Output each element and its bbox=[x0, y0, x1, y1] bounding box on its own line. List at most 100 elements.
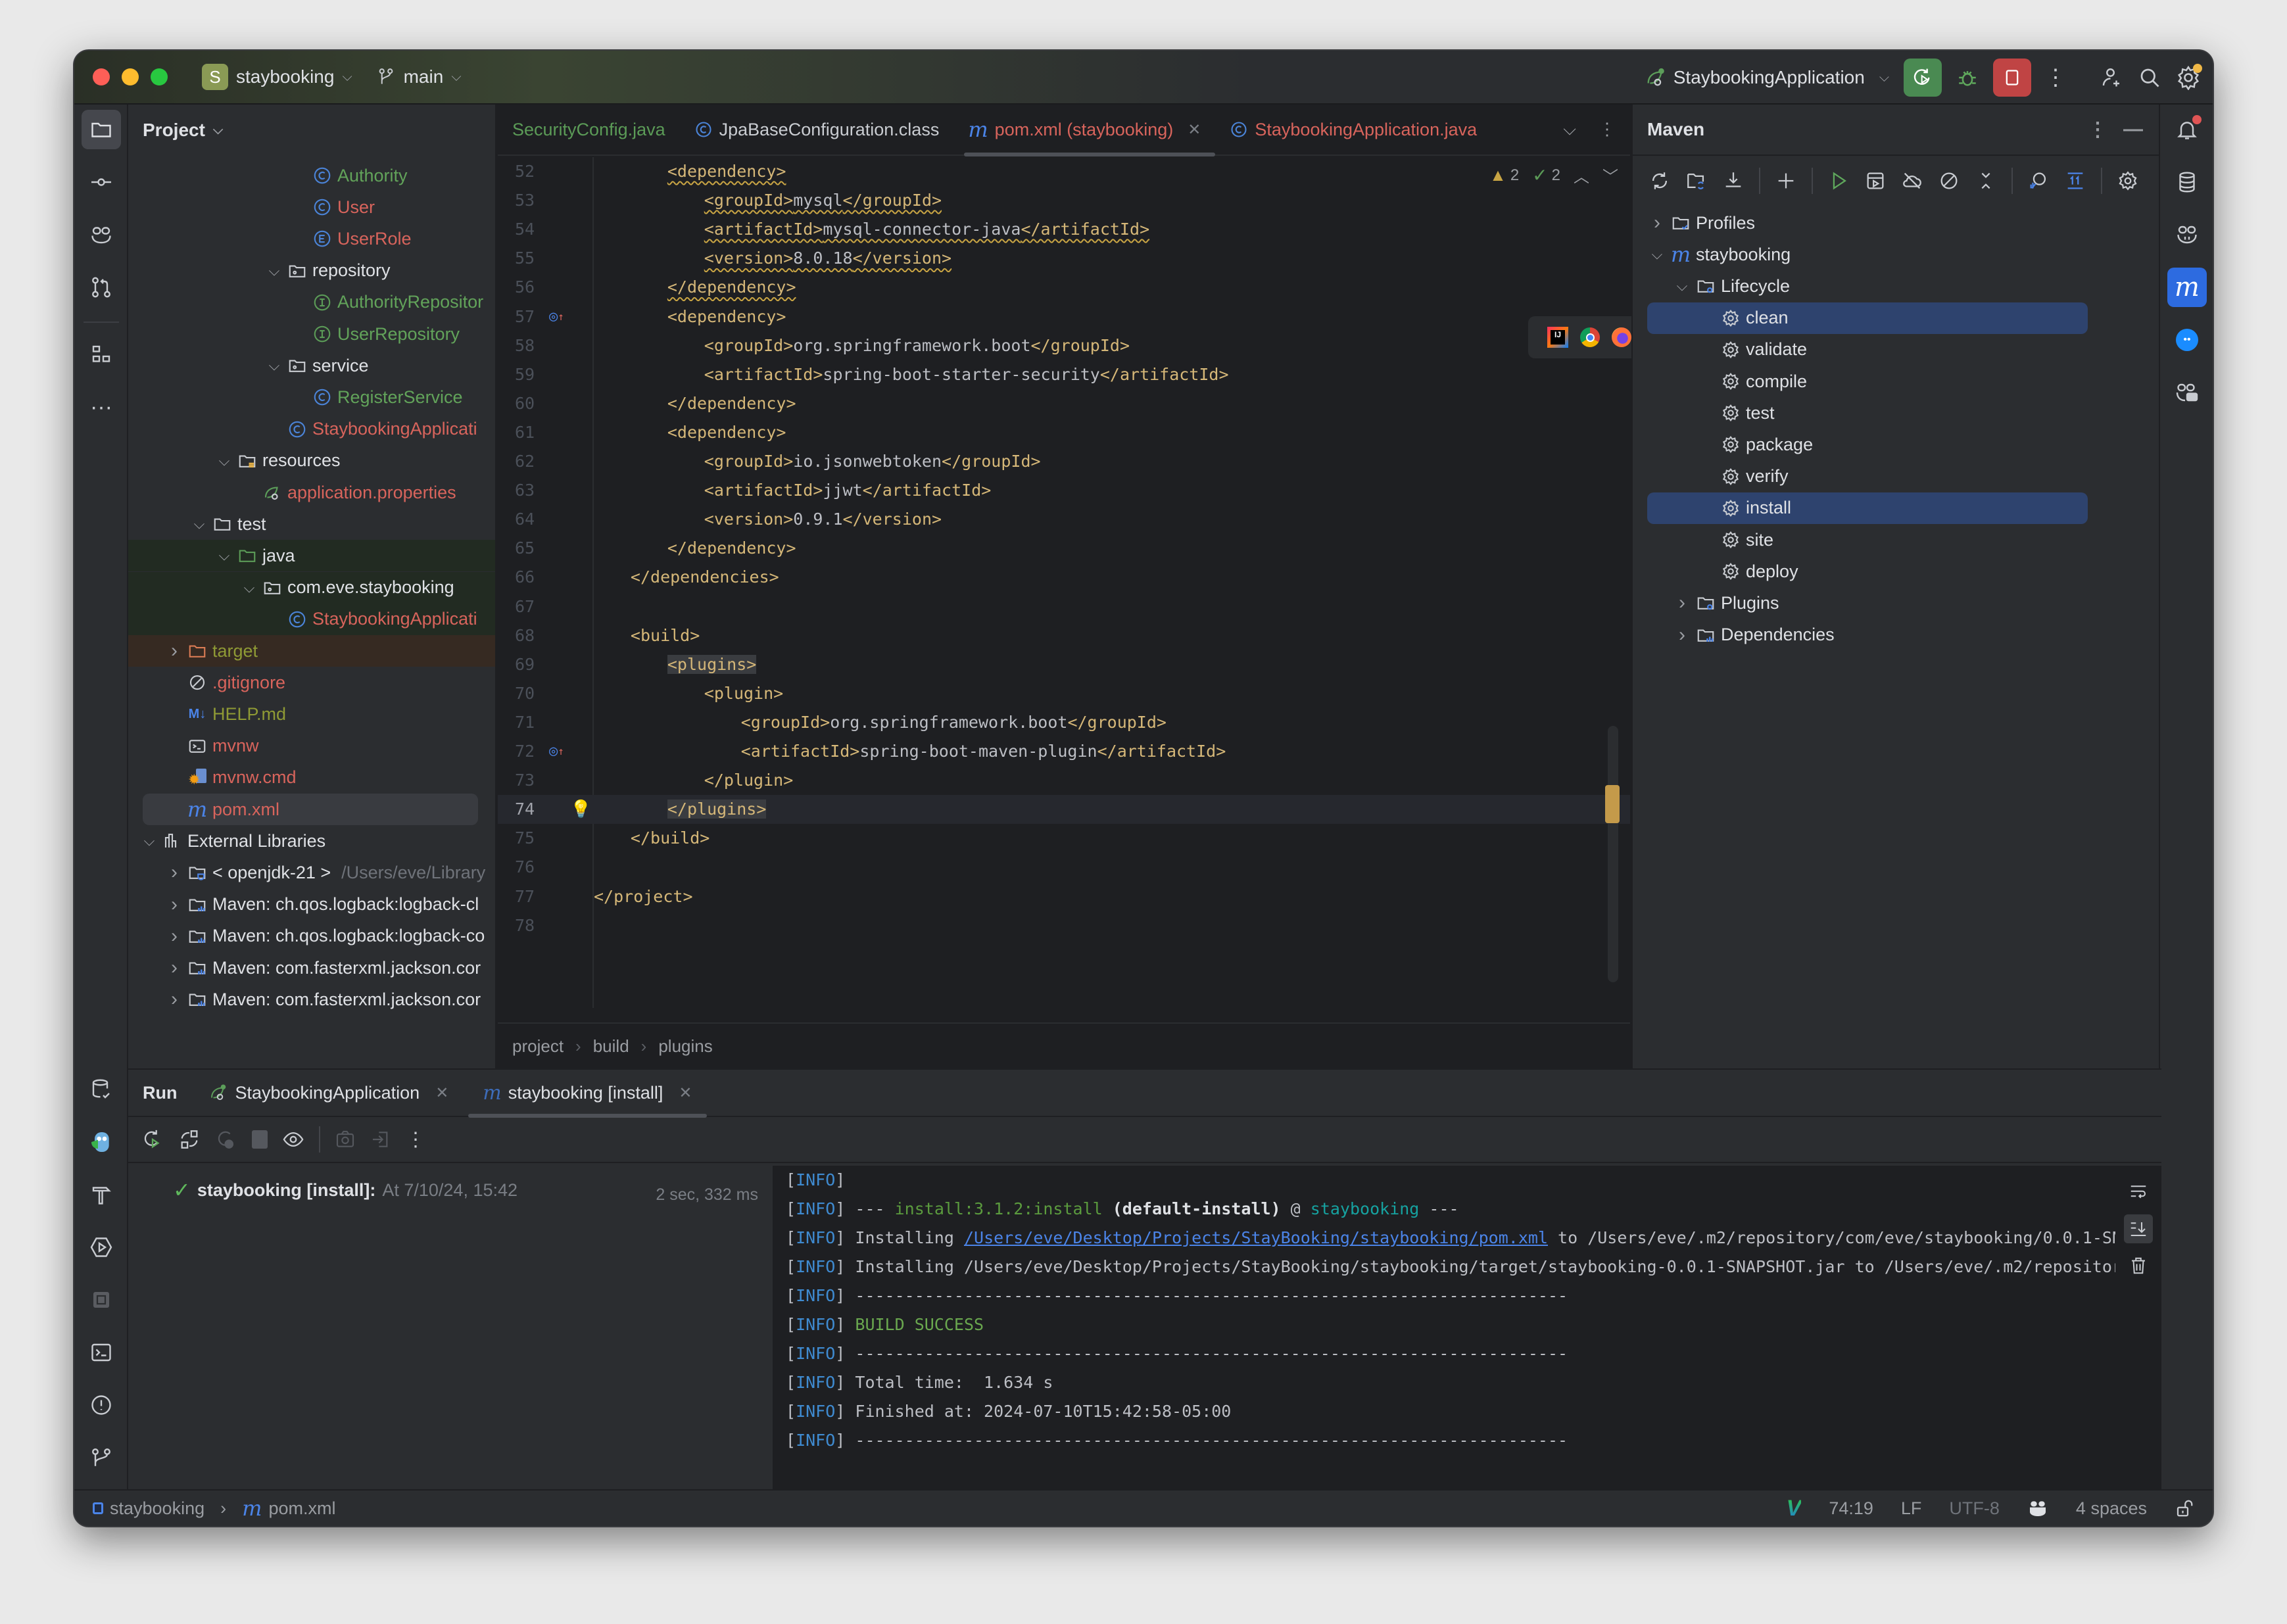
chevron-right-icon[interactable]: › bbox=[166, 957, 182, 979]
zoom-window-button[interactable] bbox=[151, 68, 168, 85]
lightbulb-icon[interactable]: 💡 bbox=[570, 795, 591, 824]
maven-button[interactable]: m bbox=[2167, 268, 2207, 307]
soft-wrap-icon[interactable] bbox=[2125, 1179, 2152, 1205]
firefox-icon[interactable] bbox=[1612, 327, 1631, 347]
stop-button[interactable] bbox=[1993, 59, 2031, 97]
tree-item[interactable]: StaybookingApplicati bbox=[128, 414, 495, 445]
warnings-count[interactable]: ▲ 2 bbox=[1489, 165, 1519, 185]
code-line[interactable]: 70 <plugin> bbox=[498, 679, 1630, 708]
tree-item[interactable]: › Maven: ch.qos.logback:logback-co bbox=[128, 920, 495, 952]
code-line[interactable]: 65 </dependency> bbox=[498, 534, 1630, 563]
code-line[interactable]: 55 <version>8.0.18</version> bbox=[498, 244, 1630, 273]
implementation-marker-icon[interactable]: ◎↑ bbox=[549, 302, 564, 331]
pull-requests-tool-button[interactable] bbox=[82, 268, 121, 307]
maven-tree-item[interactable]: › Dependencies bbox=[1633, 619, 2161, 651]
tree-item[interactable]: application.properties bbox=[128, 477, 495, 508]
chevron-right-icon[interactable]: › bbox=[166, 640, 182, 662]
line-separator[interactable]: LF bbox=[1901, 1498, 1922, 1519]
tree-item[interactable]: ⌵ service bbox=[128, 350, 495, 381]
tab-pom-xml[interactable]: m pom.xml (staybooking) ✕ bbox=[953, 104, 1216, 156]
gopher-plugin-button[interactable] bbox=[82, 1122, 121, 1162]
run-tab-staybooking-application[interactable]: StaybookingApplication ✕ bbox=[191, 1069, 466, 1116]
editor-scroll-marker[interactable] bbox=[1605, 785, 1620, 823]
run-tab-staybooking-install[interactable]: m staybooking [install] ✕ bbox=[466, 1069, 709, 1118]
settings-icon[interactable] bbox=[2117, 170, 2139, 192]
maven-tree-item[interactable]: deploy bbox=[1633, 556, 2161, 587]
code-line[interactable]: 66 </dependencies> bbox=[498, 563, 1630, 592]
tree-item[interactable]: M↓ HELP.md bbox=[128, 698, 495, 730]
hide-panel-icon[interactable]: — bbox=[2123, 118, 2143, 141]
project-tool-button[interactable] bbox=[82, 110, 121, 149]
terminal-tool-button[interactable] bbox=[82, 1333, 121, 1372]
breadcrumb-item[interactable]: build bbox=[593, 1036, 629, 1057]
minimize-window-button[interactable] bbox=[122, 68, 139, 85]
chevron-down-icon[interactable]: ⌵ bbox=[266, 357, 282, 374]
tree-item[interactable]: AuthorityRepositor bbox=[128, 287, 495, 318]
maven-tree-item[interactable]: compile bbox=[1633, 366, 2161, 397]
reload-icon[interactable] bbox=[1649, 170, 1671, 192]
tree-item[interactable]: .gitignore bbox=[128, 667, 495, 698]
rerun-icon[interactable] bbox=[141, 1128, 164, 1151]
chat-button[interactable]: •• bbox=[2167, 320, 2207, 360]
copilot-tool-button[interactable] bbox=[82, 215, 121, 254]
debug-icon[interactable] bbox=[1956, 66, 1979, 89]
build-tool-button[interactable] bbox=[82, 1175, 121, 1214]
scroll-to-end-icon[interactable] bbox=[2124, 1214, 2153, 1243]
clear-console-icon[interactable] bbox=[2125, 1253, 2152, 1279]
chevron-down-icon[interactable]: ⌵ bbox=[241, 579, 257, 596]
maven-tree-item[interactable]: site bbox=[1633, 524, 2161, 556]
download-icon[interactable] bbox=[1722, 170, 1745, 192]
tree-item[interactable]: UserRole bbox=[128, 223, 495, 254]
database-changes-button[interactable] bbox=[82, 1070, 121, 1109]
tab-more-icon[interactable]: ⋮ bbox=[1599, 119, 1616, 140]
chevron-down-icon[interactable]: ⌵ bbox=[266, 262, 282, 279]
file-link[interactable]: /Users/eve/Desktop/Projects/StayBooking/… bbox=[964, 1228, 1548, 1247]
chevron-down-icon[interactable]: ⌵ bbox=[216, 452, 232, 469]
maven-tree-item[interactable]: verify bbox=[1633, 461, 2161, 492]
code-line[interactable]: 63 <artifactId>jjwt</artifactId> bbox=[498, 476, 1630, 505]
maven-tree-item[interactable]: clean bbox=[1647, 302, 2088, 334]
tree-item[interactable]: ✹ mvnw.cmd bbox=[128, 762, 495, 794]
code-line[interactable]: 78 bbox=[498, 911, 1630, 940]
show-options-icon[interactable] bbox=[282, 1128, 304, 1151]
maven-tree-item[interactable]: ⌵ m staybooking bbox=[1633, 239, 2161, 270]
skip-tests-icon[interactable] bbox=[1938, 170, 1960, 192]
tree-item[interactable]: UserRepository bbox=[128, 318, 495, 350]
git-tool-button[interactable] bbox=[82, 1438, 121, 1477]
execute-goal-icon[interactable] bbox=[1864, 170, 1887, 192]
copilot-status-icon[interactable] bbox=[2027, 1498, 2048, 1519]
breadcrumb-item[interactable]: project bbox=[512, 1036, 564, 1057]
chevron-right-icon[interactable]: › bbox=[166, 861, 182, 884]
project-switcher[interactable]: S staybooking ⌵ bbox=[168, 64, 352, 90]
implementation-marker-icon[interactable]: ◎↑ bbox=[549, 737, 564, 766]
tab-staybooking-application[interactable]: StaybookingApplication.java bbox=[1215, 104, 1491, 155]
close-tab-icon[interactable]: ✕ bbox=[435, 1084, 448, 1103]
weak-warnings-count[interactable]: ✓ 2 bbox=[1532, 164, 1560, 186]
code-line[interactable]: 57 ◎↑ <dependency> bbox=[498, 302, 1630, 331]
code-area[interactable]: 52 <dependency> 53 <groupId>mysql</groupId>… bbox=[498, 157, 1630, 1008]
chrome-icon[interactable] bbox=[1580, 327, 1600, 347]
tree-item[interactable]: › Maven: com.fasterxml.jackson.cor bbox=[128, 984, 495, 1015]
close-tab-icon[interactable]: ✕ bbox=[1188, 120, 1201, 139]
previous-highlight-icon[interactable]: ︿ bbox=[1574, 164, 1589, 187]
chevron-down-icon[interactable]: ⌵ bbox=[216, 547, 232, 564]
structure-tool-button[interactable] bbox=[82, 335, 121, 374]
services-tool-button[interactable] bbox=[82, 1228, 121, 1267]
chevron-down-icon[interactable]: ⌵ bbox=[1673, 277, 1691, 295]
add-user-icon[interactable] bbox=[2100, 66, 2123, 89]
more-actions-icon[interactable]: ⋮ bbox=[406, 1128, 425, 1151]
tree-item[interactable]: › Maven: com.fasterxml.jackson.cor bbox=[128, 952, 495, 984]
inspection-widget[interactable]: ▲ 2 ✓ 2 ︿ ﹀ bbox=[1489, 164, 1618, 187]
code-line[interactable]: 71 <groupId>org.springframework.boot</gro… bbox=[498, 708, 1630, 737]
settings-icon[interactable] bbox=[2176, 64, 2202, 90]
breadcrumb-item[interactable]: plugins bbox=[658, 1036, 712, 1057]
more-tools-button[interactable]: ··· bbox=[82, 387, 121, 427]
console-output[interactable]: [INFO] [INFO] --- install:3.1.2:install (… bbox=[773, 1166, 2115, 1492]
maven-tree-item[interactable]: › Profiles bbox=[1633, 207, 2161, 239]
code-line[interactable]: 52 <dependency> bbox=[498, 157, 1630, 186]
code-line[interactable]: 77 </project> bbox=[498, 882, 1630, 911]
code-line[interactable]: 73 </plugin> bbox=[498, 766, 1630, 795]
code-line[interactable]: 59 <artifactId>spring-boot-starter-securi… bbox=[498, 360, 1630, 389]
code-line[interactable]: 68 <build> bbox=[498, 621, 1630, 650]
close-tab-icon[interactable]: ✕ bbox=[679, 1084, 692, 1103]
